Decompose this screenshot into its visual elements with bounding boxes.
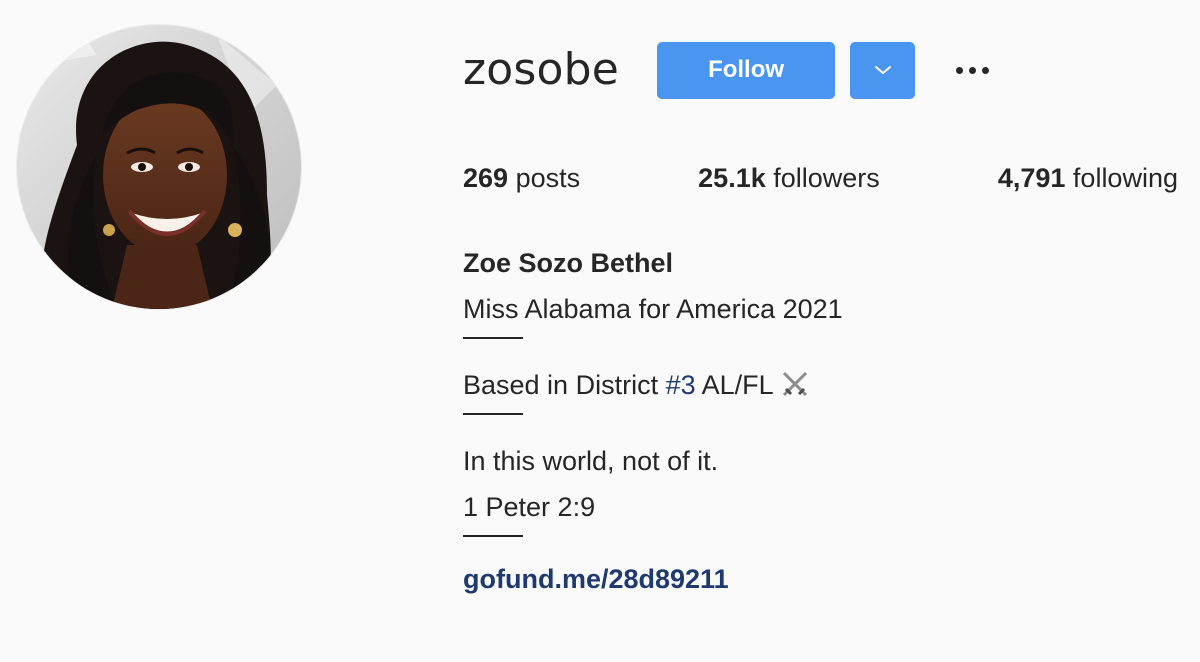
bio-location-suffix: AL/FL (695, 370, 773, 400)
more-dot (955, 66, 963, 74)
profile-avatar[interactable] (17, 25, 301, 309)
bio-line-verse: 1 Peter 2:9 (463, 492, 596, 522)
profile-page: zosobe Follow 269 posts 25.1k followers … (0, 0, 1200, 662)
bio-line-quote: In this world, not of it. (463, 446, 719, 476)
followers-stat[interactable]: 25.1k followers (698, 160, 880, 196)
bio-line-title: Miss Alabama for America 2021 (463, 294, 843, 324)
following-count: 4,791 (997, 163, 1066, 193)
followers-count: 25.1k (698, 163, 766, 193)
avatar-image (17, 25, 301, 309)
chevron-down-icon (874, 66, 891, 74)
crossed-swords-icon (783, 371, 808, 397)
username: zosobe (463, 44, 620, 95)
more-dot (981, 66, 989, 74)
bio-line-location: Based in District #3 AL/FL (463, 367, 1163, 413)
following-stat[interactable]: 4,791 following (998, 160, 1178, 196)
profile-bio: Zoe Sozo Bethel Miss Alabama for America… (463, 245, 1163, 597)
bio-location-prefix: Based in District (463, 370, 666, 400)
posts-label: posts (515, 163, 581, 193)
profile-stats: 269 posts 25.1k followers 4,791 followin… (463, 160, 1178, 196)
full-name: Zoe Sozo Bethel (463, 248, 674, 278)
posts-stat: 269 posts (463, 160, 580, 196)
more-dot (968, 66, 976, 74)
suggested-accounts-dropdown-button[interactable] (850, 41, 916, 99)
hashtag-link[interactable]: #3 (666, 370, 696, 400)
followers-label: followers (773, 163, 880, 193)
following-label: following (1072, 163, 1178, 193)
posts-count: 269 (463, 163, 509, 193)
more-options-icon[interactable] (951, 55, 993, 85)
profile-header: zosobe Follow (463, 40, 993, 100)
external-link[interactable]: gofund.me/28d89211 (463, 564, 729, 594)
follow-button[interactable]: Follow (657, 41, 836, 99)
